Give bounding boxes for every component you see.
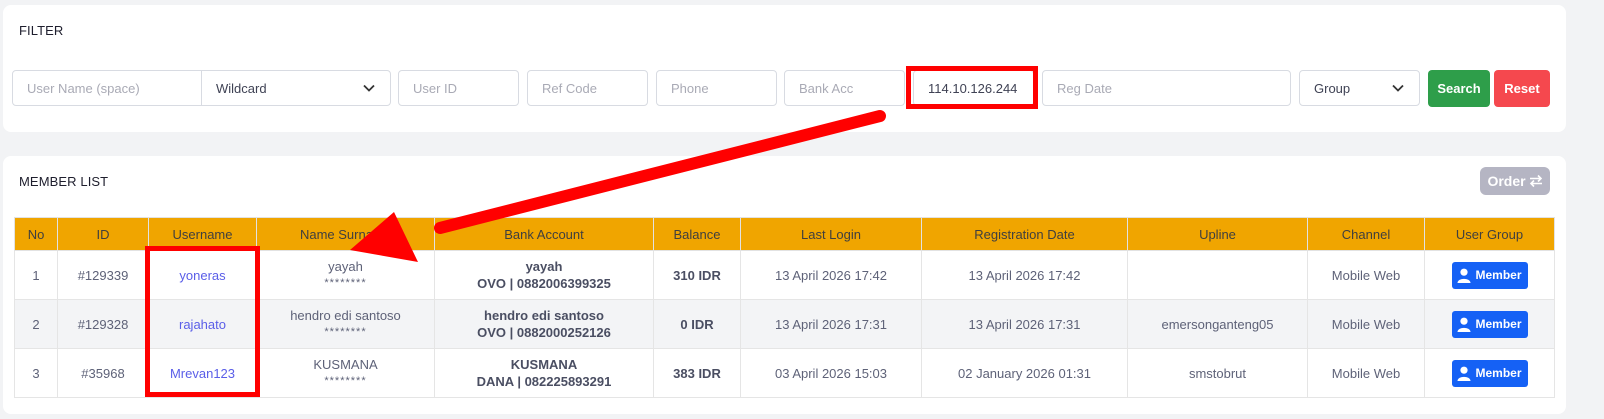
row-no: 1 [14, 250, 58, 300]
user-id-placeholder: User ID [413, 80, 458, 96]
row-name-cell: hendro edi santoso ******** [256, 299, 435, 349]
col-header-balance[interactable]: Balance [653, 217, 741, 251]
row-group-cell: Member [1424, 348, 1555, 398]
row-name-cell: KUSMANA ******** [256, 348, 435, 398]
chevron-down-icon [363, 84, 375, 92]
ip-highlight-box [906, 66, 1038, 109]
col-header-name-surname[interactable]: Name Surname [256, 217, 435, 251]
row-bank-cell: KUSMANA DANA | 082225893291 [434, 348, 654, 398]
member-badge-label: Member [1475, 268, 1522, 282]
row-group-cell: Member [1424, 299, 1555, 349]
col-header-bank-account[interactable]: Bank Account [434, 217, 654, 251]
row-name: hendro edi santoso [290, 308, 401, 323]
reset-button[interactable]: Reset [1494, 70, 1550, 107]
member-badge-label: Member [1475, 366, 1522, 380]
member-badge-label: Member [1475, 317, 1522, 331]
row-bank-detail: OVO | 0882000252126 [477, 325, 611, 340]
row-reg-date: 02 January 2026 01:31 [921, 348, 1128, 398]
bank-acc-placeholder: Bank Acc [799, 80, 854, 96]
username-input[interactable]: User Name (space) [12, 70, 202, 106]
match-mode-select[interactable]: Wildcard [201, 70, 391, 106]
row-bank-cell: yayah OVO | 0882006399325 [434, 250, 654, 300]
row-channel: Mobile Web [1307, 250, 1425, 300]
phone-placeholder: Phone [671, 80, 709, 96]
row-group-cell: Member [1424, 250, 1555, 300]
col-header-last-login[interactable]: Last Login [740, 217, 922, 251]
row-balance: 310 IDR [653, 250, 741, 300]
phone-input[interactable]: Phone [656, 70, 777, 106]
row-bank-name: hendro edi santoso [484, 308, 604, 323]
user-icon [1457, 268, 1471, 283]
username-highlight-box [145, 246, 260, 397]
row-id: #129339 [57, 250, 149, 300]
row-name-mask: ******** [324, 277, 367, 289]
row-bank-detail: OVO | 0882006399325 [477, 276, 611, 291]
col-header-registration-date[interactable]: Registration Date [921, 217, 1128, 251]
row-no: 3 [14, 348, 58, 398]
row-last-login: 03 April 2026 15:03 [740, 348, 922, 398]
member-badge[interactable]: Member [1451, 359, 1528, 387]
row-reg-date: 13 April 2026 17:42 [921, 250, 1128, 300]
col-header-upline[interactable]: Upline [1127, 217, 1308, 251]
row-id: #35968 [57, 348, 149, 398]
row-channel: Mobile Web [1307, 299, 1425, 349]
row-bank-name: KUSMANA [510, 357, 578, 372]
row-upline [1127, 250, 1308, 300]
row-last-login: 13 April 2026 17:42 [740, 250, 922, 300]
row-name: KUSMANA [313, 357, 378, 372]
col-header-id[interactable]: ID [57, 217, 149, 251]
group-value: Group [1314, 80, 1351, 96]
reg-date-input[interactable]: Reg Date [1042, 70, 1291, 106]
filter-panel: FILTER User Name (space) Wildcard User I… [3, 5, 1566, 132]
ref-code-input[interactable]: Ref Code [527, 70, 648, 106]
member-badge[interactable]: Member [1451, 261, 1528, 289]
reg-date-placeholder: Reg Date [1057, 80, 1112, 96]
search-button[interactable]: Search [1428, 70, 1490, 107]
bank-acc-input[interactable]: Bank Acc [784, 70, 905, 106]
member-badge[interactable]: Member [1451, 310, 1528, 338]
user-icon [1457, 317, 1471, 332]
row-upline: emersonganteng05 [1127, 299, 1308, 349]
row-upline: smstobrut [1127, 348, 1308, 398]
row-name: yayah [328, 259, 363, 274]
member-list-title: MEMBER LIST [19, 174, 109, 189]
ref-code-placeholder: Ref Code [542, 80, 597, 96]
filter-title: FILTER [19, 23, 64, 38]
user-icon [1457, 366, 1471, 381]
chevron-down-icon [1392, 84, 1404, 92]
row-reg-date: 13 April 2026 17:31 [921, 299, 1128, 349]
user-id-input[interactable]: User ID [398, 70, 519, 106]
col-header-no[interactable]: No [14, 217, 58, 251]
row-id: #129328 [57, 299, 149, 349]
row-name-mask: ******** [324, 375, 367, 387]
swap-arrows-icon [1529, 174, 1542, 188]
row-bank-cell: hendro edi santoso OVO | 0882000252126 [434, 299, 654, 349]
row-balance: 383 IDR [653, 348, 741, 398]
col-header-user-group[interactable]: User Group [1424, 217, 1555, 251]
row-balance: 0 IDR [653, 299, 741, 349]
row-no: 2 [14, 299, 58, 349]
col-header-channel[interactable]: Channel [1307, 217, 1425, 251]
row-channel: Mobile Web [1307, 348, 1425, 398]
row-last-login: 13 April 2026 17:31 [740, 299, 922, 349]
row-bank-detail: DANA | 082225893291 [476, 374, 612, 389]
match-mode-value: Wildcard [216, 80, 267, 96]
row-bank-name: yayah [525, 259, 563, 274]
order-label: Order [1487, 173, 1526, 189]
group-select[interactable]: Group [1299, 70, 1420, 106]
username-placeholder: User Name (space) [27, 80, 140, 96]
row-name-mask: ******** [324, 326, 367, 338]
row-name-cell: yayah ******** [256, 250, 435, 300]
order-button[interactable]: Order [1480, 167, 1550, 195]
